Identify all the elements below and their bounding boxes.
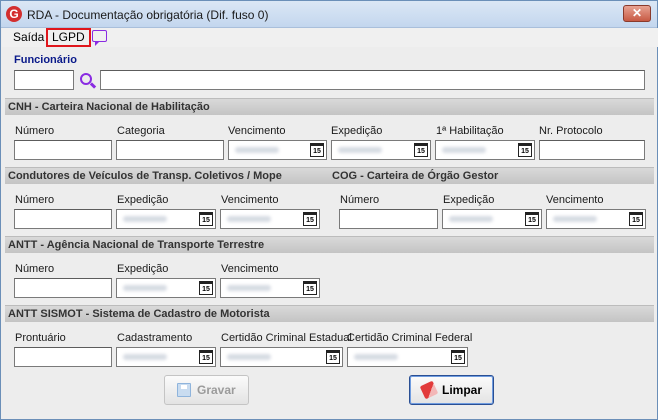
calendar-icon[interactable]: 15 <box>303 281 317 295</box>
sismot-section-header: ANTT SISMOT - Sistema de Cadastro de Mot… <box>5 305 654 322</box>
antt-section-header: ANTT - Agência Nacional de Transporte Te… <box>5 236 654 253</box>
cog-numero-label: Número <box>340 194 380 206</box>
calendar-icon[interactable]: 15 <box>199 350 213 364</box>
calendar-icon[interactable]: 15 <box>303 212 317 226</box>
cnh-categoria-label: Categoria <box>117 125 165 137</box>
sismot-certidao-federal-date[interactable]: 15 <box>347 347 468 367</box>
sismot-prontuario-label: Prontuário <box>15 332 66 344</box>
sismot-prontuario-input[interactable] <box>14 347 112 367</box>
calendar-icon[interactable]: 15 <box>518 143 532 157</box>
antt-numero-input[interactable] <box>14 278 112 298</box>
sismot-cadastramento-label: Cadastramento <box>117 332 193 344</box>
date-value-redacted <box>227 285 271 291</box>
cnh-protocolo-input[interactable] <box>539 140 645 160</box>
app-logo-icon: G <box>6 6 22 22</box>
calendar-icon[interactable]: 15 <box>414 143 428 157</box>
cog-expedicao-label: Expedição <box>443 194 495 206</box>
sismot-certidao-estadual-date[interactable]: 15 <box>220 347 343 367</box>
mope-vencimento-label: Vencimento <box>221 194 279 206</box>
cnh-section-header: CNH - Carteira Nacional de Habilitação <box>5 98 654 115</box>
menu-bar: Saída LGPD <box>2 28 658 47</box>
menu-item-saida[interactable]: Saída <box>10 29 47 46</box>
mope-numero-label: Número <box>15 194 55 206</box>
search-icon[interactable] <box>80 73 92 85</box>
calendar-icon[interactable]: 15 <box>525 212 539 226</box>
antt-expedicao-label: Expedição <box>117 263 169 275</box>
close-button[interactable]: ✕ <box>623 5 651 22</box>
date-value-redacted <box>449 216 493 222</box>
mope-expedicao-date[interactable]: 15 <box>116 209 216 229</box>
cnh-protocolo-label: Nr. Protocolo <box>539 125 603 137</box>
window-title: RDA - Documentação obrigatória (Dif. fus… <box>27 8 269 22</box>
cog-numero-input[interactable] <box>339 209 438 229</box>
cog-vencimento-date[interactable]: 15 <box>546 209 646 229</box>
funcionario-label: Funcionário <box>14 54 77 66</box>
menu-item-lgpd[interactable]: LGPD <box>46 28 91 47</box>
limpar-button[interactable]: Limpar <box>409 375 494 405</box>
eraser-icon <box>419 380 439 400</box>
sismot-certidao-federal-label: Certidão Criminal Federal <box>347 332 473 344</box>
limpar-button-label: Limpar <box>442 383 483 397</box>
antt-vencimento-date[interactable]: 15 <box>220 278 320 298</box>
date-value-redacted <box>123 354 167 360</box>
save-icon <box>177 383 191 397</box>
chat-icon[interactable] <box>92 30 107 46</box>
date-value-redacted <box>442 147 486 153</box>
antt-vencimento-label: Vencimento <box>221 263 279 275</box>
date-value-redacted <box>123 285 167 291</box>
cnh-categoria-input[interactable] <box>116 140 224 160</box>
cnh-vencimento-label: Vencimento <box>228 125 286 137</box>
mope-expedicao-label: Expedição <box>117 194 169 206</box>
cog-expedicao-date[interactable]: 15 <box>442 209 542 229</box>
funcionario-code-input[interactable] <box>14 70 74 90</box>
main-window: G RDA - Documentação obrigatória (Dif. f… <box>0 0 658 420</box>
date-value-redacted <box>235 147 279 153</box>
cog-section-header: COG - Carteira de Órgão Gestor <box>329 167 654 184</box>
antt-expedicao-date[interactable]: 15 <box>116 278 216 298</box>
mope-vencimento-date[interactable]: 15 <box>220 209 320 229</box>
date-value-redacted <box>227 354 271 360</box>
date-value-redacted <box>123 216 167 222</box>
sismot-cadastramento-date[interactable]: 15 <box>116 347 216 367</box>
cnh-primeira-habilitacao-label: 1ª Habilitação <box>436 125 504 137</box>
gravar-button-label: Gravar <box>197 383 236 397</box>
date-value-redacted <box>553 216 597 222</box>
gravar-button[interactable]: Gravar <box>164 375 249 405</box>
cog-vencimento-label: Vencimento <box>546 194 604 206</box>
cnh-expedicao-label: Expedição <box>331 125 383 137</box>
mope-numero-input[interactable] <box>14 209 112 229</box>
date-value-redacted <box>227 216 271 222</box>
antt-numero-label: Número <box>15 263 55 275</box>
sismot-certidao-estadual-label: Certidão Criminal Estadual <box>221 332 352 344</box>
cnh-numero-label: Número <box>15 125 55 137</box>
date-value-redacted <box>354 354 398 360</box>
funcionario-name-input[interactable] <box>100 70 645 90</box>
calendar-icon[interactable]: 15 <box>326 350 340 364</box>
calendar-icon[interactable]: 15 <box>629 212 643 226</box>
cnh-expedicao-date[interactable]: 15 <box>331 140 431 160</box>
calendar-icon[interactable]: 15 <box>199 281 213 295</box>
calendar-icon[interactable]: 15 <box>310 143 324 157</box>
cnh-vencimento-date[interactable]: 15 <box>228 140 327 160</box>
date-value-redacted <box>338 147 382 153</box>
mope-section-header: Condutores de Veículos de Transp. Coleti… <box>5 167 329 184</box>
cnh-numero-input[interactable] <box>14 140 112 160</box>
calendar-icon[interactable]: 15 <box>199 212 213 226</box>
title-bar: G RDA - Documentação obrigatória (Dif. f… <box>1 1 657 28</box>
cnh-primeira-habilitacao-date[interactable]: 15 <box>435 140 535 160</box>
calendar-icon[interactable]: 15 <box>451 350 465 364</box>
